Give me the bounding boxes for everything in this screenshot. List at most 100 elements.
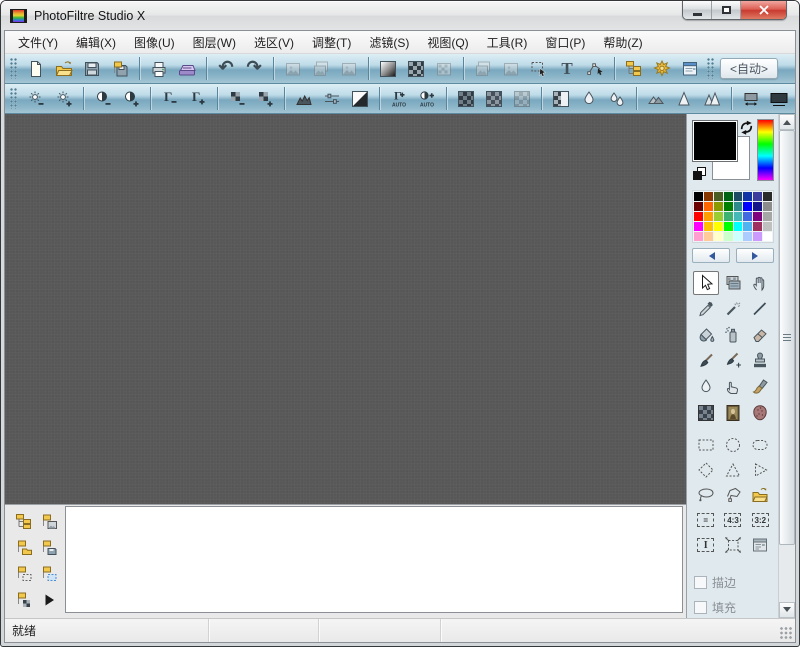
menu-item-9[interactable]: 窗口(P) (536, 30, 594, 55)
mosaic-1-button[interactable] (452, 86, 480, 111)
layer-selection[interactable] (12, 562, 36, 586)
auto-contrast-button[interactable]: AUTO (413, 86, 441, 111)
path-button[interactable] (581, 56, 609, 81)
gradient-button[interactable] (374, 56, 402, 81)
saturation-plus-button[interactable] (251, 86, 279, 111)
undo-button[interactable]: ↶ (212, 56, 240, 81)
palette-color-swatch[interactable] (694, 222, 703, 231)
palette-color-swatch[interactable] (704, 212, 713, 221)
menu-item-4[interactable]: 选区(V) (245, 30, 303, 55)
select-right-triangle[interactable] (747, 458, 773, 482)
gamma-minus-button[interactable]: Γ (156, 86, 184, 111)
ratio-4-3[interactable]: 4:3 (720, 508, 746, 532)
fill-checkbox[interactable] (694, 601, 707, 614)
toolbar-drag-handle[interactable] (10, 88, 18, 109)
transparency-button[interactable] (547, 86, 575, 111)
show-selection-button[interactable] (525, 56, 553, 81)
image-explorer[interactable] (12, 510, 36, 534)
palette-color-swatch[interactable] (694, 192, 703, 201)
negative-button[interactable] (346, 86, 374, 111)
explorer-button[interactable] (620, 56, 648, 81)
select-rounded[interactable] (747, 433, 773, 457)
brightness-plus-button[interactable] (50, 86, 78, 111)
pattern-button[interactable] (402, 56, 430, 81)
text-button[interactable]: T (553, 56, 581, 81)
advanced-brush-tool[interactable]: + (720, 349, 746, 373)
artistic-brush-tool[interactable] (747, 375, 773, 399)
art-filter-tool[interactable] (720, 401, 746, 425)
select-diamond[interactable] (693, 458, 719, 482)
print-button[interactable] (145, 56, 173, 81)
polygon-lasso[interactable] (720, 483, 746, 507)
play[interactable] (37, 588, 61, 612)
palette-color-swatch[interactable] (734, 232, 743, 241)
blur-tool[interactable] (693, 375, 719, 399)
module-button[interactable] (676, 56, 704, 81)
brightness-minus-button[interactable] (22, 86, 50, 111)
foreground-color-swatch[interactable] (692, 120, 738, 162)
clone-stamp-tool[interactable] (747, 349, 773, 373)
panel-scrollbar[interactable] (778, 114, 795, 618)
close-button[interactable] (741, 1, 786, 19)
lasso[interactable] (693, 483, 719, 507)
menu-item-6[interactable]: 滤镜(S) (360, 30, 418, 55)
palette-color-swatch[interactable] (753, 222, 762, 231)
open-button[interactable] (50, 56, 78, 81)
open-as-layer[interactable] (12, 536, 36, 560)
menu-item-10[interactable]: 帮助(Z) (594, 30, 651, 55)
scan-button[interactable] (173, 56, 201, 81)
explorer-strip[interactable] (65, 506, 683, 613)
arrow-tool[interactable] (693, 271, 719, 295)
select-triangle[interactable] (720, 458, 746, 482)
palette-color-swatch[interactable] (714, 232, 723, 241)
palette-color-swatch[interactable] (714, 202, 723, 211)
palette-color-swatch[interactable] (743, 212, 752, 221)
hue-bar[interactable] (757, 119, 774, 181)
toolbar-drag-handle[interactable] (10, 58, 18, 79)
palette-color-swatch[interactable] (734, 192, 743, 201)
toolbar-drag-handle[interactable] (707, 58, 715, 79)
layer-manager-tool[interactable] (720, 271, 746, 295)
photomasque-button[interactable] (648, 56, 676, 81)
menu-item-2[interactable]: 图像(U) (125, 30, 184, 55)
levels-button[interactable] (318, 86, 346, 111)
palette-color-swatch[interactable] (704, 202, 713, 211)
palette-color-swatch[interactable] (704, 222, 713, 231)
scroll-down-button[interactable] (779, 602, 795, 618)
image-resize-button[interactable] (737, 86, 765, 111)
maximize-button[interactable] (712, 1, 741, 19)
menu-item-1[interactable]: 编辑(X) (67, 30, 125, 55)
palette-color-swatch[interactable] (743, 222, 752, 231)
selection-options[interactable] (747, 533, 773, 557)
eraser-tool[interactable] (747, 323, 773, 347)
scrollbar-thumb[interactable] (779, 130, 795, 545)
palette-color-swatch[interactable] (763, 222, 772, 231)
palette-color-swatch[interactable] (724, 202, 733, 211)
palette-color-swatch[interactable] (694, 202, 703, 211)
brush-tool[interactable] (693, 349, 719, 373)
palette-color-swatch[interactable] (734, 212, 743, 221)
fill-tool[interactable] (693, 323, 719, 347)
relief-more-button[interactable] (698, 86, 726, 111)
palette-color-swatch[interactable] (704, 192, 713, 201)
menu-item-8[interactable]: 工具(R) (478, 30, 537, 55)
select-rectangle[interactable] (693, 433, 719, 457)
layer-thumbnail[interactable] (37, 510, 61, 534)
save-as-button[interactable] (106, 56, 134, 81)
new-button[interactable] (22, 56, 50, 81)
save-layer[interactable] (37, 536, 61, 560)
palette-color-swatch[interactable] (724, 222, 733, 231)
palette-color-swatch[interactable] (763, 232, 772, 241)
ratio-portrait[interactable]: I (693, 533, 719, 557)
menu-item-0[interactable]: 文件(Y) (9, 30, 67, 55)
histogram-button[interactable] (290, 86, 318, 111)
ratio-equal[interactable]: = (693, 508, 719, 532)
palette-color-swatch[interactable] (704, 232, 713, 241)
menu-item-3[interactable]: 图层(W) (184, 30, 245, 55)
palette-color-swatch[interactable] (734, 222, 743, 231)
sharpen-button[interactable] (642, 86, 670, 111)
palette-color-swatch[interactable] (753, 192, 762, 201)
menu-item-5[interactable]: 调整(T) (303, 30, 360, 55)
scrollbar-track[interactable] (779, 545, 795, 602)
layer-transparency[interactable] (12, 588, 36, 612)
